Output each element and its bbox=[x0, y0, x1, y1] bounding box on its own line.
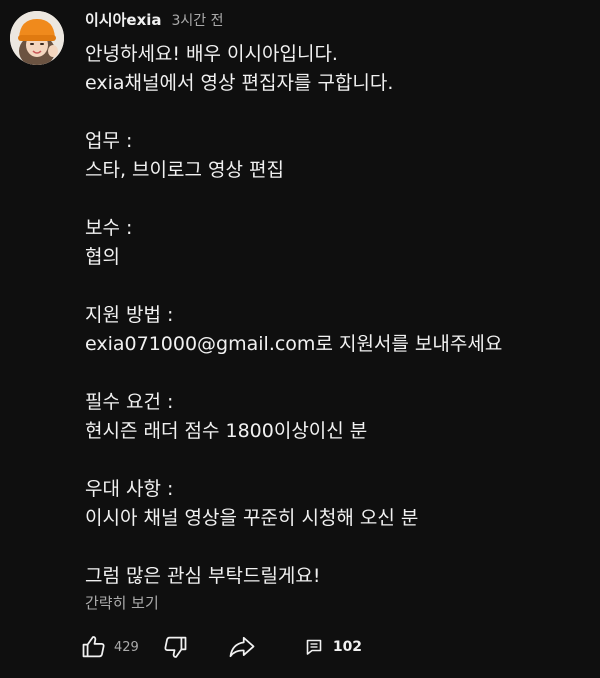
share-icon bbox=[229, 636, 255, 658]
comment-actions: 429 102 bbox=[80, 630, 362, 664]
read-less-button[interactable]: 간략히 보기 bbox=[85, 592, 159, 613]
comment-line: 그럼 많은 관심 부탁드릴게요! bbox=[85, 565, 321, 587]
replies-button[interactable]: 102 bbox=[305, 638, 362, 656]
comment-line: 협의 bbox=[85, 246, 120, 268]
comment-line: 안녕하세요! 배우 이시아입니다. bbox=[85, 43, 338, 65]
reply-icon bbox=[306, 639, 322, 655]
thumbs-up-icon bbox=[82, 636, 105, 658]
avatar[interactable] bbox=[10, 11, 64, 65]
comment-thread: 이시아exia 3시간 전 안녕하세요! 배우 이시아입니다. exia채널에서 … bbox=[0, 0, 600, 678]
comment-line: 지원 방법 : bbox=[85, 304, 174, 326]
comment-line: 우대 사항 : bbox=[85, 478, 174, 500]
like-count: 429 bbox=[114, 639, 139, 655]
dislike-button[interactable] bbox=[161, 633, 189, 661]
comment-line: exia채널에서 영상 편집자를 구합니다. bbox=[85, 72, 394, 94]
thumbs-down-icon bbox=[164, 636, 187, 658]
comment-body: 안녕하세요! 배우 이시아입니다. exia채널에서 영상 편집자를 구합니다. 업… bbox=[85, 40, 590, 591]
share-button[interactable] bbox=[227, 633, 257, 661]
reply-count: 102 bbox=[332, 639, 363, 655]
comment-line: 보수 : bbox=[85, 217, 133, 239]
comment-line: 스타, 브이로그 영상 편집 bbox=[85, 159, 284, 181]
comment-line: 현시즌 래더 점수 1800이상이신 분 bbox=[85, 420, 368, 442]
comment-line: 필수 요건 : bbox=[85, 391, 174, 413]
comment-time[interactable]: 3시간 전 bbox=[172, 10, 224, 30]
comment-line: 업무 : bbox=[85, 130, 133, 152]
author-name[interactable]: 이시아exia bbox=[85, 9, 162, 30]
comment-header: 이시아exia 3시간 전 bbox=[85, 9, 224, 35]
like-button[interactable] bbox=[80, 633, 108, 661]
comment-line: exia071000@gmail.com로 지원서를 보내주세요 bbox=[85, 333, 503, 355]
comment-line: 이시아 채널 영상을 꾸준히 시청해 오신 분 bbox=[85, 507, 419, 529]
avatar-image bbox=[10, 11, 64, 65]
